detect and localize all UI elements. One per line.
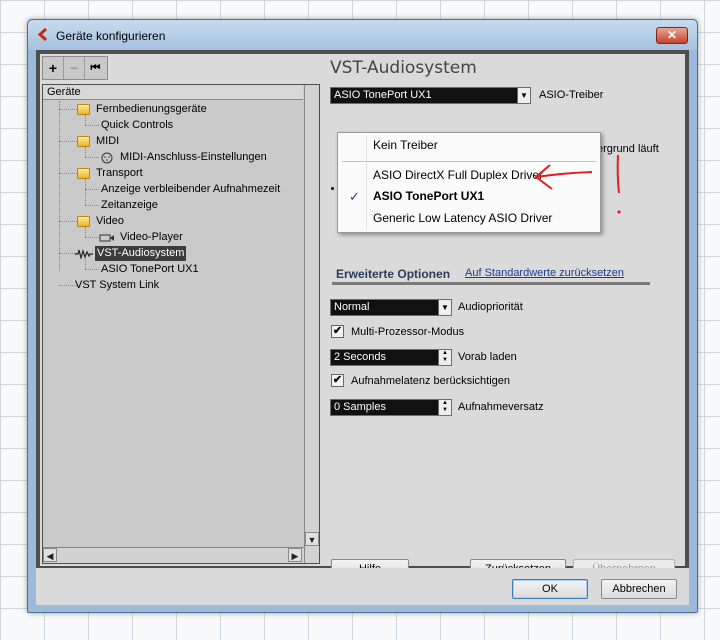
close-button[interactable]: ✕ bbox=[656, 27, 688, 44]
tree-connector bbox=[85, 179, 86, 205]
chevron-down-icon: ▼ bbox=[438, 300, 451, 315]
tree-item-label: Transport bbox=[96, 167, 143, 179]
tree-connector bbox=[59, 221, 77, 222]
folder-icon bbox=[77, 168, 90, 179]
scroll-left-icon[interactable]: ◀ bbox=[43, 548, 57, 562]
tree-item-label: ASIO TonePort UX1 bbox=[101, 263, 199, 275]
asio-driver-label: ASIO-Treiber bbox=[539, 89, 604, 101]
tree-connector bbox=[59, 173, 77, 174]
tree-item-video[interactable]: Video bbox=[77, 214, 126, 229]
audio-waveform-icon bbox=[75, 248, 93, 259]
tree-toolbar: + − ⏮ bbox=[42, 56, 108, 80]
folder-icon bbox=[77, 104, 90, 115]
add-device-button[interactable]: + bbox=[43, 57, 64, 79]
tree-column-header: Geräte bbox=[43, 85, 303, 100]
tree-item-time-display[interactable]: Zeitanzeige bbox=[99, 198, 160, 213]
tree-connector bbox=[85, 189, 99, 190]
dropdown-item-label: Kein Treiber bbox=[373, 138, 438, 152]
preload-stepper[interactable]: 2 Seconds ▲ ▼ bbox=[330, 349, 452, 366]
checkmark-icon: ✓ bbox=[349, 189, 360, 204]
tree-item-remaining-record-time[interactable]: Anzeige verbleibender Aufnahmezeit bbox=[99, 182, 282, 197]
dropdown-item-label: ASIO TonePort UX1 bbox=[373, 189, 485, 203]
tree-item-label: MIDI-Anschluss-Einstellungen bbox=[120, 151, 267, 163]
chevron-down-icon: ▼ bbox=[517, 88, 530, 103]
tree-item-asio-toneport[interactable]: ASIO TonePort UX1 bbox=[99, 262, 201, 277]
tree-item-label: Video bbox=[96, 215, 124, 227]
tree-connector bbox=[85, 237, 99, 238]
tree-item-label: Quick Controls bbox=[101, 119, 174, 131]
dialog-body: + − ⏮ Geräte Fernbedienungsgeräte Quick … bbox=[40, 54, 685, 579]
video-icon bbox=[99, 234, 114, 241]
preload-label: Vorab laden bbox=[458, 351, 517, 363]
tree-connector bbox=[85, 125, 99, 126]
tree-item-label: VST-Audiosystem bbox=[95, 246, 187, 261]
tree-item-label: Anzeige verbleibender Aufnahmezeit bbox=[101, 183, 281, 195]
multiprocessor-checkbox[interactable]: ✔ bbox=[331, 325, 344, 338]
tree-item-midi-port-settings[interactable]: MIDI-Anschluss-Einstellungen bbox=[101, 150, 269, 165]
record-offset-value: 0 Samples bbox=[334, 401, 386, 413]
scroll-right-icon[interactable]: ▶ bbox=[288, 548, 302, 562]
record-offset-label: Aufnahmeversatz bbox=[458, 401, 544, 413]
asio-driver-value: ASIO TonePort UX1 bbox=[334, 89, 432, 101]
window-title: Geräte konfigurieren bbox=[56, 29, 166, 43]
advanced-options-title: Erweiterte Optionen bbox=[336, 267, 451, 281]
spin-arrows-icon[interactable]: ▲ ▼ bbox=[438, 350, 451, 365]
reset-device-button[interactable]: ⏮ bbox=[85, 57, 106, 79]
tree-connector bbox=[59, 141, 77, 142]
cubase-logo-icon bbox=[37, 28, 48, 41]
dialog-footer: OK Abbrechen bbox=[36, 568, 689, 605]
device-tree: Geräte Fernbedienungsgeräte Quick Contro… bbox=[42, 84, 320, 564]
audio-priority-value: Normal bbox=[334, 301, 370, 313]
hidden-bullet bbox=[331, 187, 334, 190]
tree-item-fernbedienungsgeraete[interactable]: Fernbedienungsgeräte bbox=[77, 102, 209, 117]
tree-item-label: Fernbedienungsgeräte bbox=[96, 103, 207, 115]
tree-item-transport[interactable]: Transport bbox=[77, 166, 145, 181]
tree-connector bbox=[59, 109, 77, 110]
preload-value: 2 Seconds bbox=[334, 351, 386, 363]
tree-item-vst-system-link[interactable]: VST System Link bbox=[73, 278, 161, 293]
tree-item-video-player[interactable]: Video-Player bbox=[99, 230, 185, 245]
record-latency-checkbox[interactable]: ✔ bbox=[331, 374, 344, 387]
dialog-client: + − ⏮ Geräte Fernbedienungsgeräte Quick … bbox=[36, 50, 689, 605]
ok-button[interactable]: OK bbox=[512, 579, 588, 599]
tree-item-label: Zeitanzeige bbox=[101, 199, 158, 211]
tree-item-quick-controls[interactable]: Quick Controls bbox=[99, 118, 175, 133]
tree-connector bbox=[85, 205, 99, 206]
tree-body: Fernbedienungsgeräte Quick Controls MIDI bbox=[43, 101, 303, 547]
dropdown-item-label: ASIO DirectX Full Duplex Driver bbox=[373, 168, 544, 182]
record-latency-label: Aufnahmelatenz berücksichtigen bbox=[351, 375, 510, 387]
dialog-window: Geräte konfigurieren ✕ + − ⏮ Geräte Fern… bbox=[27, 19, 698, 613]
tree-connector bbox=[59, 101, 60, 271]
spin-arrows-icon[interactable]: ▲ ▼ bbox=[438, 400, 451, 415]
section-divider bbox=[332, 282, 650, 285]
remove-device-button[interactable]: − bbox=[64, 57, 85, 79]
cancel-button[interactable]: Abbrechen bbox=[601, 579, 677, 599]
folder-icon bbox=[77, 136, 90, 147]
audio-priority-select[interactable]: Normal ▼ bbox=[330, 299, 452, 316]
record-offset-stepper[interactable]: 0 Samples ▲ ▼ bbox=[330, 399, 452, 416]
tree-vertical-scrollbar[interactable]: ▼ bbox=[304, 85, 319, 563]
tree-item-label: Video-Player bbox=[120, 231, 183, 243]
dropdown-item-label: Generic Low Latency ASIO Driver bbox=[373, 211, 553, 225]
reset-defaults-link[interactable]: Auf Standardwerte zurücksetzen bbox=[465, 267, 624, 279]
tree-horizontal-scrollbar[interactable]: ◀ ▶ bbox=[43, 547, 304, 563]
scroll-down-icon[interactable]: ▼ bbox=[305, 532, 319, 546]
midi-port-icon bbox=[101, 152, 113, 163]
tree-connector bbox=[85, 269, 99, 270]
tree-item-midi[interactable]: MIDI bbox=[77, 134, 121, 149]
tree-connector bbox=[85, 157, 99, 158]
folder-icon bbox=[77, 216, 90, 227]
section-title: VST-Audiosystem bbox=[330, 58, 477, 78]
title-bar[interactable]: Geräte konfigurieren ✕ bbox=[28, 20, 697, 50]
multiprocessor-label: Multi-Prozessor-Modus bbox=[351, 326, 465, 338]
tree-item-label: MIDI bbox=[96, 135, 120, 147]
audio-priority-label: Audiopriorität bbox=[458, 301, 523, 313]
asio-driver-select[interactable]: ASIO TonePort UX1 ▼ bbox=[330, 87, 531, 104]
red-arrow-annotation-icon bbox=[534, 154, 621, 214]
tree-item-label: VST System Link bbox=[75, 279, 160, 291]
tree-item-vst-audiosystem[interactable]: VST-Audiosystem bbox=[75, 246, 187, 261]
